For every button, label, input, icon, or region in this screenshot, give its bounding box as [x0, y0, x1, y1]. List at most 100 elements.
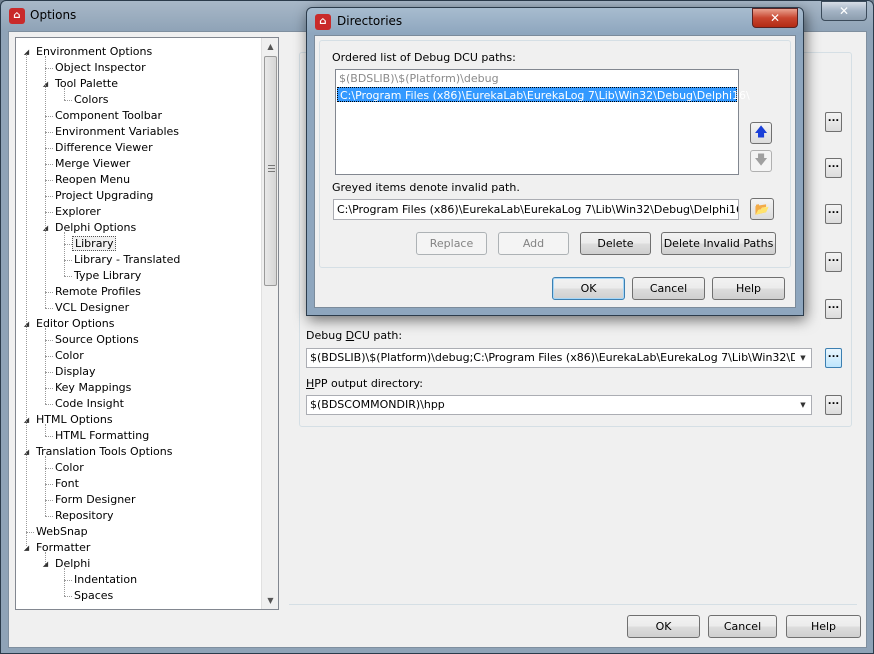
path-list-item[interactable]: C:\Program Files (x86)\EurekaLab\EurekaL… [337, 87, 750, 102]
tree-item[interactable]: Color [53, 460, 86, 476]
replace-button[interactable]: Replace [416, 232, 487, 255]
tree-item[interactable]: Environment Options [34, 44, 154, 60]
tree-item[interactable]: Key Mappings [53, 380, 133, 396]
tree-item[interactable]: Environment Variables [53, 124, 181, 140]
scroll-up-icon[interactable]: ▲ [262, 38, 278, 55]
browse-button[interactable]: ... [825, 252, 842, 272]
tree-connector [64, 568, 65, 596]
tree-item-label: Component Toolbar [55, 109, 162, 122]
tree-item-label: Library - Translated [74, 253, 181, 266]
dialog-close-button[interactable]: ✕ [752, 8, 798, 28]
window-close-button[interactable]: ✕ [821, 1, 867, 21]
chevron-down-icon[interactable]: ▼ [795, 349, 811, 367]
move-down-button[interactable]: 🡇 [750, 150, 772, 172]
tree-item[interactable]: Delphi [53, 556, 92, 572]
tree-item[interactable]: HTML Formatting [53, 428, 151, 444]
chevron-down-icon[interactable]: ▼ [795, 396, 811, 414]
tree-item[interactable]: HTML Options [34, 412, 115, 428]
tree-item[interactable]: Reopen Menu [53, 172, 132, 188]
debug-dcu-combo[interactable]: $(BDSLIB)\$(Platform)\debug;C:\Program F… [306, 348, 812, 368]
tree-connector [64, 88, 65, 100]
tree-connector [64, 580, 72, 581]
scroll-down-icon[interactable]: ▼ [262, 592, 278, 609]
add-button[interactable]: Add [498, 232, 569, 255]
tree-item[interactable]: Source Options [53, 332, 141, 348]
tree-item[interactable]: Translation Tools Options [34, 444, 174, 460]
hpp-output-combo[interactable]: $(BDSCOMMONDIR)\hpp ▼ [306, 395, 812, 415]
paths-listbox[interactable]: $(BDSLIB)\$(Platform)\debug C:\Program Fi… [335, 69, 750, 175]
tree-item-label: VCL Designer [55, 301, 130, 314]
browse-button[interactable]: ... [825, 204, 842, 224]
tree-item[interactable]: Merge Viewer [53, 156, 132, 172]
tree-item[interactable]: Indentation [72, 572, 139, 588]
tree-connector [45, 424, 46, 436]
tree-item[interactable]: Editor Options [34, 316, 117, 332]
tree-item[interactable]: Difference Viewer [53, 140, 155, 156]
tree-item[interactable]: Library [72, 236, 117, 252]
tree-connector [45, 180, 53, 181]
browse-button[interactable]: ... [825, 158, 842, 178]
path-list-item[interactable]: $(BDSLIB)\$(Platform)\debug [337, 71, 737, 86]
tree-connector [45, 212, 53, 213]
dialog-ok-button[interactable]: OK [552, 277, 625, 300]
tree-connector [45, 456, 46, 516]
tree-item[interactable]: Object Inspector [53, 60, 148, 76]
browse-button[interactable]: ... [825, 299, 842, 319]
tree-item[interactable]: Type Library [72, 268, 143, 284]
browse-folder-button[interactable]: 📂 [750, 198, 774, 220]
tree-item[interactable]: Font [53, 476, 81, 492]
delete-invalid-paths-button[interactable]: Delete Invalid Paths [661, 232, 776, 255]
debug-dcu-browse-button[interactable]: ... [825, 348, 842, 368]
tree-item[interactable]: Display [53, 364, 98, 380]
help-button[interactable]: Help [786, 615, 861, 638]
tree-item[interactable]: Delphi Options [53, 220, 138, 236]
label-accel: D [345, 329, 355, 342]
tree-item[interactable]: Code Insight [53, 396, 126, 412]
dialog-client-area: Ordered list of Debug DCU paths: $(BDSLI… [314, 35, 796, 308]
tree-item-label: Key Mappings [55, 381, 132, 394]
tree-item-label: Remote Profiles [55, 285, 141, 298]
tree-item[interactable]: Form Designer [53, 492, 137, 508]
tree-item[interactable]: Formatter [34, 540, 92, 556]
tree-item-label: Merge Viewer [55, 157, 131, 170]
tree-item[interactable]: Explorer [53, 204, 103, 220]
hpp-output-browse-button[interactable]: ... [825, 395, 842, 415]
tree-item[interactable]: Spaces [72, 588, 115, 604]
tree-item[interactable]: Repository [53, 508, 116, 524]
tree-item[interactable]: Colors [72, 92, 110, 108]
delete-button[interactable]: Delete [580, 232, 651, 255]
tree-item-label: Font [55, 477, 79, 490]
dialog-app-icon: ⌂ [315, 14, 331, 30]
tree-connector [45, 500, 53, 501]
tree-item-label: Reopen Menu [55, 173, 131, 186]
ok-button[interactable]: OK [627, 615, 700, 638]
tree-connector [45, 552, 46, 564]
cancel-button[interactable]: Cancel [708, 615, 777, 638]
dialog-help-button[interactable]: Help [712, 277, 785, 300]
tree-item[interactable]: Project Upgrading [53, 188, 155, 204]
tree-connector [45, 328, 46, 404]
label-part: CU path: [354, 329, 403, 342]
options-tree[interactable]: ▲ ▼ ◢ Environment Options Object Inspector… [15, 37, 279, 610]
tree-item[interactable]: Color [53, 348, 86, 364]
dialog-cancel-button[interactable]: Cancel [632, 277, 705, 300]
tree-item-label: Repository [55, 509, 114, 522]
browse-button[interactable]: ... [825, 112, 842, 132]
tree-item-label: HTML Formatting [55, 429, 150, 442]
path-edit-field[interactable]: C:\Program Files (x86)\EurekaLab\EurekaL… [333, 199, 739, 220]
tree-item[interactable]: WebSnap [34, 524, 90, 540]
label-part: PP output directory: [314, 377, 423, 390]
folder-icon: 📂 [754, 202, 770, 216]
tree-item[interactable]: VCL Designer [53, 300, 131, 316]
tree-item-label: Translation Tools Options [36, 445, 173, 458]
tree-item[interactable]: Component Toolbar [53, 108, 164, 124]
tree-scrollbar[interactable]: ▲ ▼ [261, 38, 278, 609]
tree-item[interactable]: Remote Profiles [53, 284, 143, 300]
tree-item[interactable]: Library - Translated [72, 252, 182, 268]
scroll-thumb[interactable] [264, 56, 277, 286]
tree-item-label: Form Designer [55, 493, 136, 506]
tree-item-label: Delphi [55, 557, 91, 570]
tree-item-label: Project Upgrading [55, 189, 154, 202]
move-up-button[interactable]: 🡅 [750, 122, 772, 144]
tree-connector [45, 516, 53, 517]
